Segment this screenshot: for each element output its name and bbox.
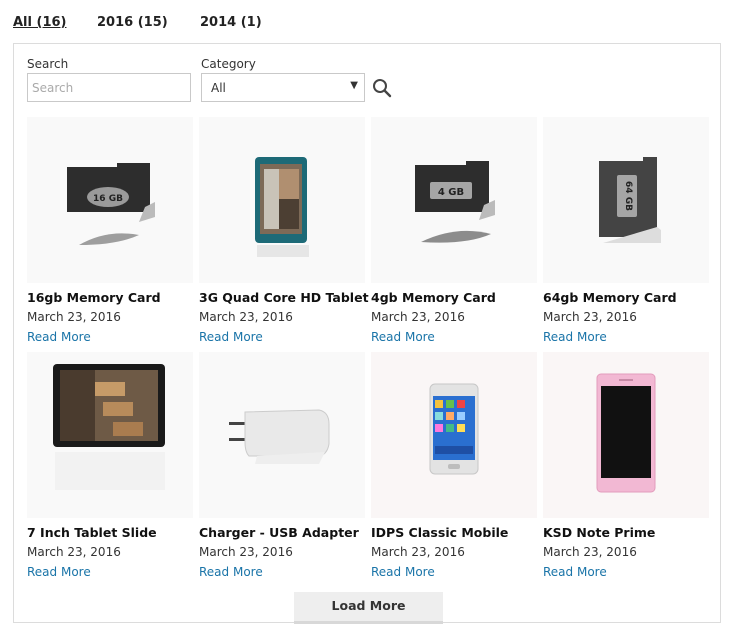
product-date: March 23, 2016 <box>199 545 293 559</box>
tab-2016[interactable]: 2016 (15) <box>97 15 168 30</box>
product-image-memory-card[interactable]: 4 GB <box>371 117 537 283</box>
chevron-down-icon: ▼ <box>350 80 358 91</box>
product-card: 16 GB 16gb Memory Card March 23, 2016 Re… <box>27 117 193 344</box>
tab-2014[interactable]: 2014 (1) <box>200 15 262 30</box>
product-date: March 23, 2016 <box>543 310 637 324</box>
product-date: March 23, 2016 <box>199 310 293 324</box>
product-image-phone[interactable] <box>371 352 537 518</box>
category-selected-value: All <box>211 81 226 95</box>
product-date: March 23, 2016 <box>371 310 465 324</box>
product-panel: Search Category All ▼ 16 GB 16gb Memory … <box>13 43 721 624</box>
product-title[interactable]: 7 Inch Tablet Slide <box>27 525 157 540</box>
product-card: Charger - USB Adapter March 23, 2016 Rea… <box>199 352 365 579</box>
product-card: 4 GB 4gb Memory Card March 23, 2016 Read… <box>371 117 537 344</box>
load-more-button[interactable]: Load More <box>294 592 443 624</box>
product-card: 3G Quad Core HD Tablet March 23, 2016 Re… <box>199 117 369 344</box>
product-card: 64 GB 64gb Memory Card March 23, 2016 Re… <box>543 117 709 344</box>
product-image-tablet[interactable] <box>27 352 193 518</box>
product-date: March 23, 2016 <box>371 545 465 559</box>
read-more-link[interactable]: Read More <box>371 565 435 579</box>
product-card: 7 Inch Tablet Slide March 23, 2016 Read … <box>27 352 193 579</box>
tab-all[interactable]: All (16) <box>13 15 66 30</box>
product-title[interactable]: 3G Quad Core HD Tablet <box>199 290 369 305</box>
product-title[interactable]: IDPS Classic Mobile <box>371 525 508 540</box>
product-title[interactable]: KSD Note Prime <box>543 525 655 540</box>
read-more-link[interactable]: Read More <box>27 330 91 344</box>
product-title[interactable]: 4gb Memory Card <box>371 290 496 305</box>
product-title[interactable]: Charger - USB Adapter <box>199 525 359 540</box>
product-card: IDPS Classic Mobile March 23, 2016 Read … <box>371 352 537 579</box>
category-label: Category <box>201 57 256 71</box>
read-more-link[interactable]: Read More <box>27 565 91 579</box>
read-more-link[interactable]: Read More <box>199 330 263 344</box>
read-more-link[interactable]: Read More <box>199 565 263 579</box>
card-capacity-label: 16 GB <box>93 194 123 204</box>
product-image-tablet[interactable] <box>199 117 365 283</box>
read-more-link[interactable]: Read More <box>543 565 607 579</box>
product-date: March 23, 2016 <box>27 310 121 324</box>
search-label: Search <box>27 57 69 71</box>
product-title[interactable]: 64gb Memory Card <box>543 290 677 305</box>
read-more-link[interactable]: Read More <box>371 330 435 344</box>
product-image-memory-card[interactable]: 16 GB <box>27 117 193 283</box>
product-date: March 23, 2016 <box>27 545 121 559</box>
product-image-charger[interactable] <box>199 352 365 518</box>
product-card: KSD Note Prime March 23, 2016 Read More <box>543 352 709 579</box>
product-image-phone[interactable] <box>543 352 709 518</box>
search-icon[interactable] <box>371 77 393 99</box>
product-date: March 23, 2016 <box>543 545 637 559</box>
category-select[interactable]: All ▼ <box>201 73 365 102</box>
read-more-link[interactable]: Read More <box>543 330 607 344</box>
card-capacity-label: 64 GB <box>623 181 633 211</box>
card-capacity-label: 4 GB <box>438 187 464 198</box>
product-title[interactable]: 16gb Memory Card <box>27 290 161 305</box>
product-image-memory-card[interactable]: 64 GB <box>543 117 709 283</box>
search-input[interactable] <box>27 73 191 102</box>
